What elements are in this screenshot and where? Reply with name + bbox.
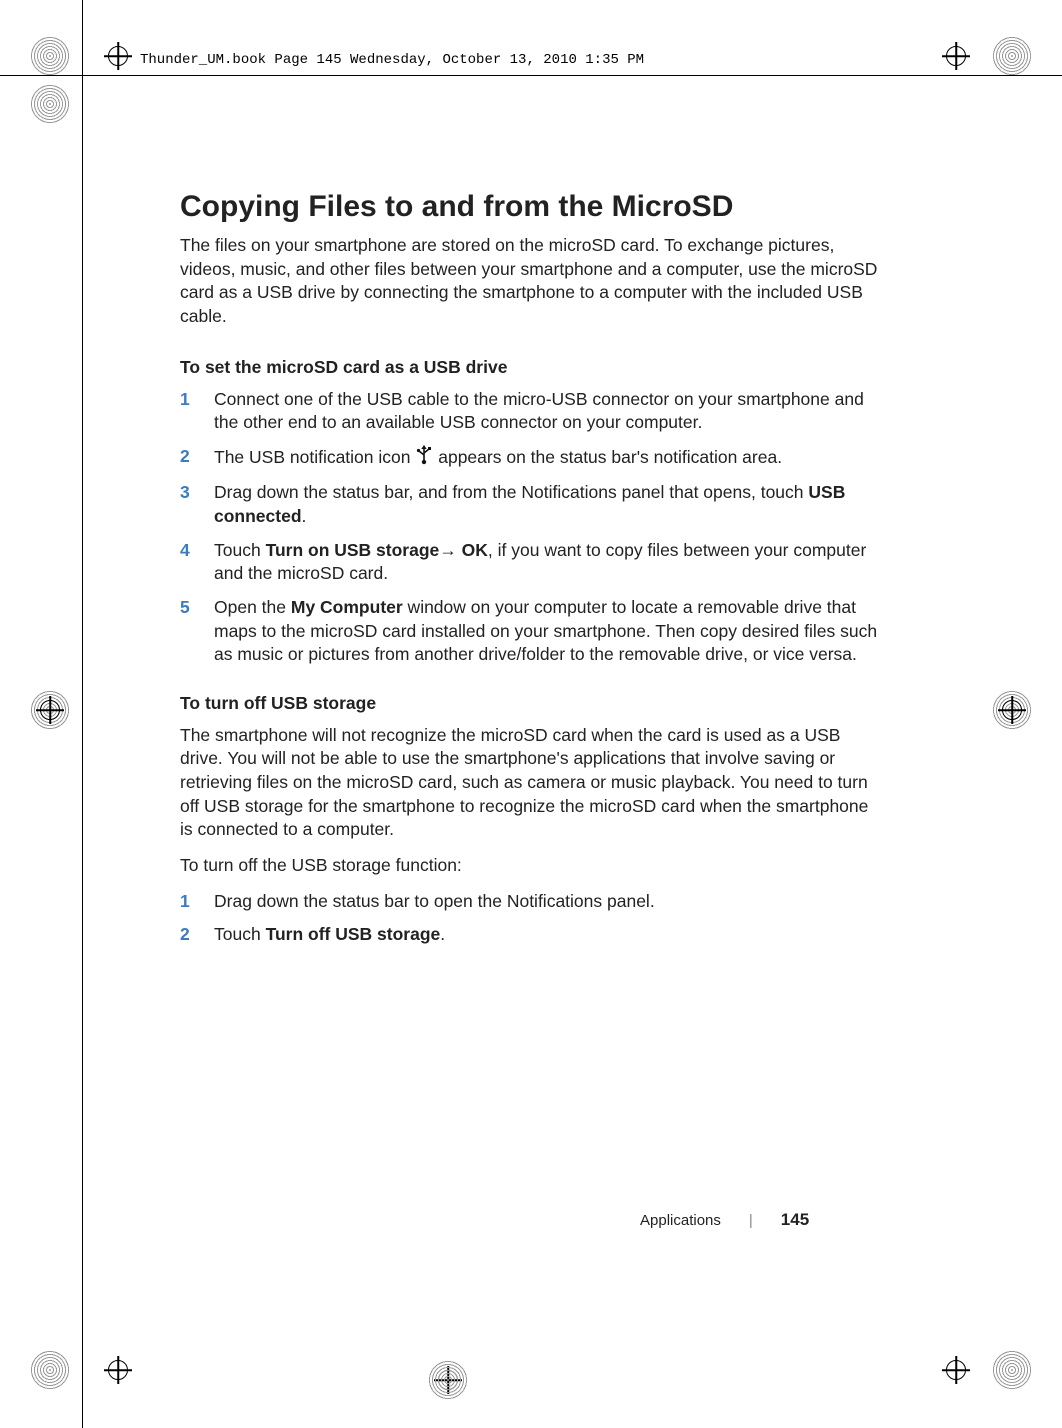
step-text: Drag down the status bar, and from the N…: [214, 481, 880, 528]
step-item: 1 Connect one of the USB cable to the mi…: [180, 388, 880, 435]
crop-circle-icon: [30, 36, 70, 76]
step-text-frag: The USB notification icon: [214, 447, 415, 467]
step-text-frag: Touch: [214, 924, 266, 944]
step-text-frag: appears on the status bar's notification…: [438, 447, 782, 467]
step-text-frag: .: [302, 506, 307, 526]
registration-mark-icon: [36, 696, 64, 724]
step-text: Drag down the status bar to open the Not…: [214, 890, 880, 914]
step-item: 1 Drag down the status bar to open the N…: [180, 890, 880, 914]
step-text: Open the My Computer window on your comp…: [214, 596, 880, 667]
page-number: 145: [781, 1210, 809, 1230]
crop-circle-icon: [992, 1350, 1032, 1390]
page-body: Copying Files to and from the MicroSD Th…: [180, 190, 880, 973]
usb-icon: [415, 445, 433, 472]
step-text: The USB notification icon appears on the…: [214, 445, 880, 472]
step-text-frag: .: [440, 924, 445, 944]
crop-rule: [82, 75, 83, 1428]
step-number: 5: [180, 596, 214, 667]
step-text-frag: →: [439, 540, 461, 560]
file-header-text: Thunder_UM.book Page 145 Wednesday, Octo…: [140, 52, 644, 68]
step-number: 1: [180, 890, 214, 914]
step-item: 2 The USB notification icon appears on t…: [180, 445, 880, 472]
step-number: 2: [180, 445, 214, 472]
section-heading: To set the microSD card as a USB drive: [180, 357, 880, 378]
crop-circle-icon: [428, 1360, 468, 1400]
step-item: 4 Touch Turn on USB storage→ OK, if you …: [180, 539, 880, 586]
section-heading: To turn off USB storage: [180, 693, 880, 714]
step-item: 5 Open the My Computer window on your co…: [180, 596, 880, 667]
footer-section-label: Applications: [640, 1212, 721, 1229]
crop-circle-icon: [30, 84, 70, 124]
crop-rule: [0, 75, 1062, 76]
body-paragraph: To turn off the USB storage function:: [180, 854, 880, 878]
crop-circle-icon: [992, 36, 1032, 76]
step-text-frag: Touch: [214, 540, 266, 560]
step-item: 2 Touch Turn off USB storage.: [180, 923, 880, 947]
step-text: Connect one of the USB cable to the micr…: [214, 388, 880, 435]
intro-paragraph: The files on your smartphone are stored …: [180, 234, 880, 329]
page-title: Copying Files to and from the MicroSD: [180, 190, 880, 224]
step-item: 3 Drag down the status bar, and from the…: [180, 481, 880, 528]
page-footer: Applications | 145: [640, 1210, 809, 1230]
steps-list: 1 Drag down the status bar to open the N…: [180, 890, 880, 947]
crop-circle-icon: [30, 1350, 70, 1390]
step-text-bold: Turn on USB storage: [266, 540, 440, 560]
step-number: 4: [180, 539, 214, 586]
step-number: 1: [180, 388, 214, 435]
step-text-bold: Turn off USB storage: [266, 924, 441, 944]
body-paragraph: The smartphone will not recognize the mi…: [180, 724, 880, 842]
step-text-bold: My Computer: [291, 597, 403, 617]
step-number: 2: [180, 923, 214, 947]
registration-mark-icon: [942, 42, 970, 70]
crop-rule: [82, 0, 83, 75]
step-text-frag: Open the: [214, 597, 291, 617]
registration-mark-icon: [104, 42, 132, 70]
step-text-frag: Drag down the status bar, and from the N…: [214, 482, 808, 502]
step-text: Touch Turn off USB storage.: [214, 923, 880, 947]
registration-mark-icon: [104, 1356, 132, 1384]
steps-list: 1 Connect one of the USB cable to the mi…: [180, 388, 880, 667]
registration-mark-icon: [998, 696, 1026, 724]
step-text-bold: OK: [462, 540, 488, 560]
step-text: Touch Turn on USB storage→ OK, if you wa…: [214, 539, 880, 586]
step-number: 3: [180, 481, 214, 528]
footer-separator: |: [749, 1212, 753, 1229]
registration-mark-icon: [942, 1356, 970, 1384]
